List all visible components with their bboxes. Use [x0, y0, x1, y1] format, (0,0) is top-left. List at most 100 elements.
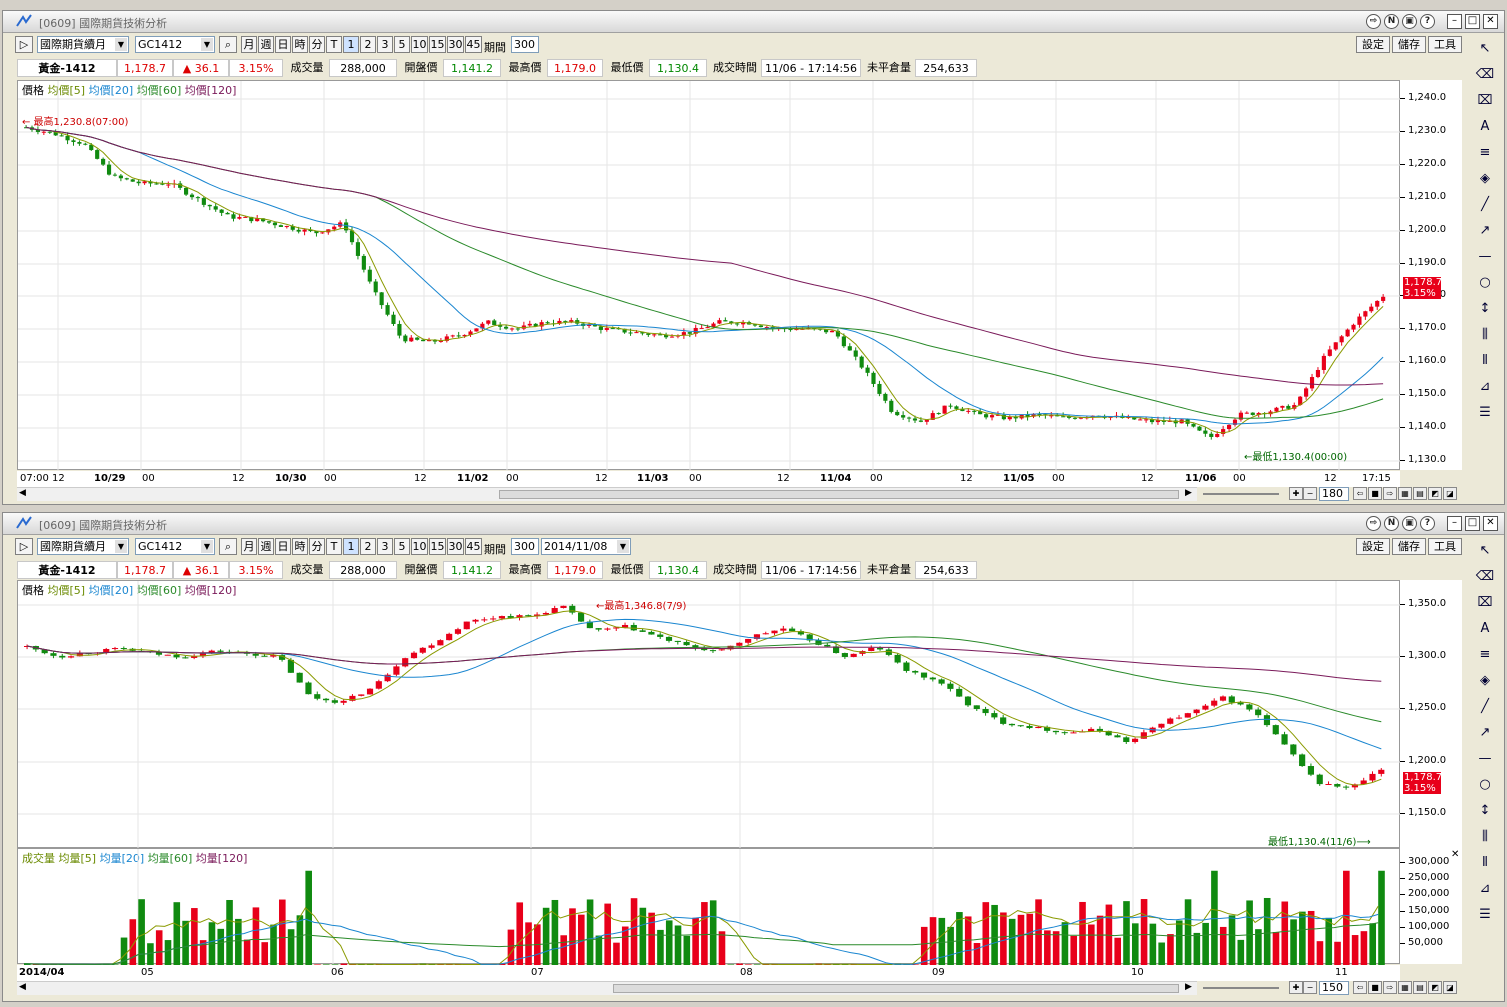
nav-back-icon[interactable]: ⇦: [1353, 487, 1367, 500]
link-icon[interactable]: ⇨: [1366, 14, 1381, 29]
hline-icon[interactable]: —: [1473, 749, 1497, 769]
line-icon[interactable]: ╱: [1473, 697, 1497, 717]
print-icon[interactable]: ▣: [1402, 14, 1417, 29]
date-select[interactable]: 2014/11/08 ▼: [541, 538, 631, 555]
maximize-button[interactable]: □: [1465, 14, 1480, 29]
lines-icon[interactable]: ≡: [1473, 143, 1497, 163]
period-input[interactable]: 300: [511, 36, 539, 53]
news-icon[interactable]: N: [1384, 14, 1399, 29]
fan-icon[interactable]: ⊿: [1473, 879, 1497, 899]
circle-icon[interactable]: ○: [1473, 775, 1497, 795]
zoom-input[interactable]: 150: [1319, 981, 1349, 995]
fib-icon[interactable]: ⫼: [1473, 827, 1497, 847]
period-button-11[interactable]: 15: [429, 36, 446, 53]
image-icon[interactable]: ◩: [1428, 981, 1442, 994]
export-icon[interactable]: ▦: [1398, 487, 1412, 500]
period-button-4[interactable]: 分: [309, 36, 325, 53]
fib-icon[interactable]: ⫼: [1473, 325, 1497, 345]
search-icon[interactable]: ⌕: [219, 36, 237, 53]
hline-icon[interactable]: —: [1473, 247, 1497, 267]
period-button-9[interactable]: 5: [394, 36, 410, 53]
period-button-2[interactable]: 日: [275, 36, 291, 53]
maximize-button[interactable]: □: [1465, 516, 1480, 531]
period-button-1[interactable]: 週: [258, 36, 274, 53]
play-icon[interactable]: ▷: [15, 538, 33, 555]
eraser-all-icon[interactable]: ⌧: [1473, 593, 1497, 613]
channel-icon[interactable]: ⫴: [1473, 853, 1497, 873]
marker-icon[interactable]: ↕: [1473, 299, 1497, 319]
volume-plot[interactable]: 成交量 均量[5] 均量[20] 均量[60] 均量[120]: [17, 848, 1400, 965]
minimize-button[interactable]: –: [1447, 14, 1462, 29]
period-button-10[interactable]: 10: [411, 538, 428, 555]
text-icon[interactable]: A: [1473, 117, 1497, 137]
market-select[interactable]: 國際期貨續月 ▼: [37, 36, 129, 53]
period-button-9[interactable]: 5: [394, 538, 410, 555]
grid-icon[interactable]: ☰: [1473, 403, 1497, 423]
news-icon[interactable]: N: [1384, 516, 1399, 531]
close-icon[interactable]: ✕: [1451, 849, 1459, 860]
period-button-8[interactable]: 3: [377, 36, 393, 53]
period-button-5[interactable]: T: [326, 538, 342, 555]
period-button-12[interactable]: 30: [447, 36, 464, 53]
zoom-slider[interactable]: [1203, 987, 1279, 989]
paint-icon[interactable]: ◈: [1473, 169, 1497, 189]
period-button-5[interactable]: T: [326, 36, 342, 53]
save-button[interactable]: 儲存: [1392, 538, 1426, 555]
export-icon[interactable]: ▦: [1398, 981, 1412, 994]
save-icon[interactable]: ▤: [1413, 981, 1427, 994]
scroll-right-icon[interactable]: ▶: [1185, 488, 1192, 498]
symbol-select[interactable]: GC1412 ▼: [135, 538, 215, 555]
period-button-6[interactable]: 1: [343, 538, 359, 555]
period-button-6[interactable]: 1: [343, 36, 359, 53]
zoom-input[interactable]: 180: [1319, 487, 1349, 501]
eraser-icon[interactable]: ⌫: [1473, 65, 1497, 85]
price-plot[interactable]: 價格 均價[5] 均價[20] 均價[60] 均價[120] ←最高1,346.…: [17, 580, 1401, 849]
tools-button[interactable]: 工具: [1428, 36, 1462, 53]
period-button-2[interactable]: 日: [275, 538, 291, 555]
zoom-in-icon[interactable]: ✚: [1289, 981, 1303, 994]
period-button-13[interactable]: 45: [465, 36, 482, 53]
image2-icon[interactable]: ◪: [1443, 487, 1457, 500]
fan-icon[interactable]: ⊿: [1473, 377, 1497, 397]
line-icon[interactable]: ╱: [1473, 195, 1497, 215]
close-button[interactable]: ✕: [1483, 14, 1498, 29]
scroll-thumb[interactable]: [613, 984, 1179, 993]
scroll-left-icon[interactable]: ◀: [19, 982, 26, 992]
period-input[interactable]: 300: [511, 538, 539, 555]
horizontal-scrollbar[interactable]: ◀ ▶: [17, 981, 1197, 995]
zoom-out-icon[interactable]: −: [1303, 487, 1317, 500]
symbol-select[interactable]: GC1412 ▼: [135, 36, 215, 53]
period-button-3[interactable]: 時: [292, 538, 308, 555]
cursor-icon[interactable]: ↖: [1473, 39, 1497, 59]
eraser-icon[interactable]: ⌫: [1473, 567, 1497, 587]
save-icon[interactable]: ▤: [1413, 487, 1427, 500]
save-button[interactable]: 儲存: [1392, 36, 1426, 53]
period-button-7[interactable]: 2: [360, 538, 376, 555]
period-button-11[interactable]: 15: [429, 538, 446, 555]
arrow-icon[interactable]: ↗: [1473, 221, 1497, 241]
horizontal-scrollbar[interactable]: ◀ ▶: [17, 487, 1197, 501]
period-button-0[interactable]: 月: [241, 538, 257, 555]
zoom-slider[interactable]: [1203, 493, 1279, 495]
help-icon[interactable]: ?: [1420, 14, 1435, 29]
nav-forward-icon[interactable]: ⇨: [1383, 981, 1397, 994]
period-button-8[interactable]: 3: [377, 538, 393, 555]
period-button-0[interactable]: 月: [241, 36, 257, 53]
nav-stop-icon[interactable]: ■: [1368, 981, 1382, 994]
scroll-right-icon[interactable]: ▶: [1185, 982, 1192, 992]
tools-button[interactable]: 工具: [1428, 538, 1462, 555]
period-button-12[interactable]: 30: [447, 538, 464, 555]
search-icon[interactable]: ⌕: [219, 538, 237, 555]
circle-icon[interactable]: ○: [1473, 273, 1497, 293]
marker-icon[interactable]: ↕: [1473, 801, 1497, 821]
period-button-4[interactable]: 分: [309, 538, 325, 555]
period-button-13[interactable]: 45: [465, 538, 482, 555]
period-button-10[interactable]: 10: [411, 36, 428, 53]
arrow-icon[interactable]: ↗: [1473, 723, 1497, 743]
price-plot[interactable]: 價格 均價[5] 均價[20] 均價[60] 均價[120] ← 最高1,230…: [17, 80, 1401, 471]
settings-button[interactable]: 設定: [1356, 36, 1390, 53]
close-button[interactable]: ✕: [1483, 516, 1498, 531]
zoom-in-icon[interactable]: ✚: [1289, 487, 1303, 500]
play-icon[interactable]: ▷: [15, 36, 33, 53]
lines-icon[interactable]: ≡: [1473, 645, 1497, 665]
